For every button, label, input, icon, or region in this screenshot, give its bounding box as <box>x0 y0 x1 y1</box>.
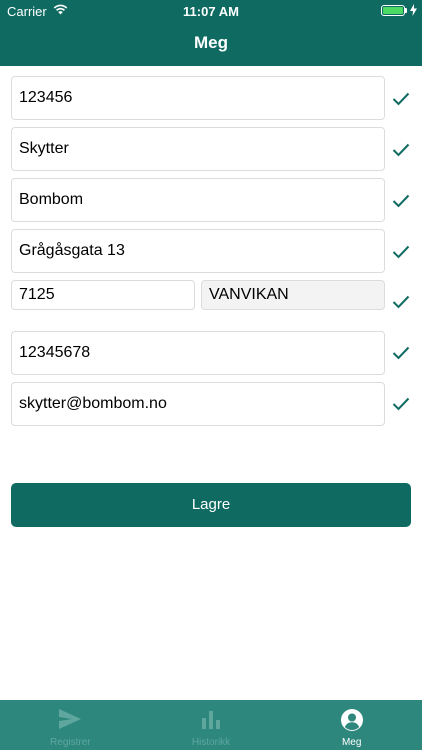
city-field <box>201 280 385 310</box>
check-icon <box>392 92 410 106</box>
email-field[interactable] <box>11 382 385 426</box>
status-bar: Carrier 11:07 AM <box>0 0 422 22</box>
check-icon <box>392 194 410 208</box>
field-2[interactable] <box>11 127 385 171</box>
check-icon <box>392 397 410 411</box>
battery-icon <box>381 5 405 16</box>
email-input[interactable] <box>12 383 384 425</box>
top-bar: Carrier 11:07 AM Meg <box>0 0 422 66</box>
send-icon <box>59 709 82 729</box>
address-field[interactable] <box>11 229 385 273</box>
field-1-input[interactable] <box>12 77 384 119</box>
tab-meg[interactable]: Meg <box>281 700 422 750</box>
bar-chart-icon <box>202 711 220 729</box>
phone-input[interactable] <box>12 332 384 374</box>
field-3-input[interactable] <box>12 179 384 221</box>
phone-field[interactable] <box>11 331 385 375</box>
page-title: Meg <box>194 33 228 52</box>
postal-code-input[interactable] <box>12 281 194 309</box>
charging-bolt-icon <box>410 4 417 16</box>
field-3[interactable] <box>11 178 385 222</box>
tab-historikk-label: Historikk <box>191 737 231 748</box>
tab-registrer[interactable]: Registrer <box>0 700 141 750</box>
field-2-input[interactable] <box>12 128 384 170</box>
tab-historikk[interactable]: Historikk <box>141 700 282 750</box>
check-icon <box>392 295 410 309</box>
tab-registrer-label: Registrer <box>50 737 91 748</box>
check-icon <box>392 346 410 360</box>
check-icon <box>392 245 410 259</box>
postal-code-field[interactable] <box>11 280 195 310</box>
tab-bar: Registrer Historikk Meg <box>0 700 422 750</box>
save-button[interactable]: Lagre <box>11 483 411 527</box>
user-circle-icon <box>340 709 363 731</box>
battery-tip <box>405 8 407 13</box>
city-input <box>202 281 384 309</box>
address-input[interactable] <box>12 230 384 272</box>
tab-meg-label: Meg <box>341 737 362 748</box>
check-icon <box>392 143 410 157</box>
field-1[interactable] <box>11 76 385 120</box>
status-time: 11:07 AM <box>183 4 239 19</box>
